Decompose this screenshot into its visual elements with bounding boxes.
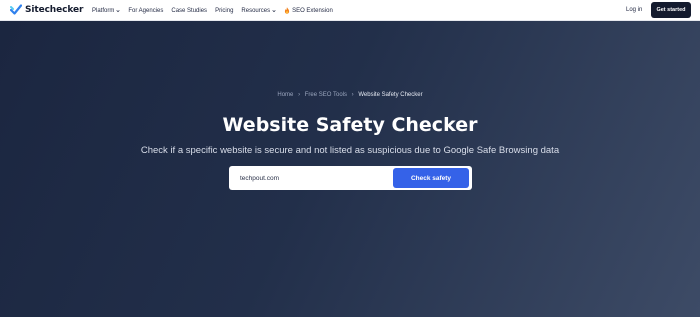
sitechecker-logo-icon [10, 4, 22, 15]
chevron-down-icon [116, 9, 120, 12]
nav-item-case-studies[interactable]: Case Studies [171, 8, 207, 14]
get-started-button[interactable]: Get started [651, 2, 691, 18]
breadcrumb-home[interactable]: Home [277, 92, 293, 98]
login-link[interactable]: Log in [626, 7, 642, 13]
nav-item-pricing[interactable]: Pricing [215, 8, 233, 14]
brand-logo[interactable]: Sitechecker [10, 4, 83, 15]
nav-item-label: Pricing [215, 7, 234, 14]
fire-icon [284, 7, 290, 14]
breadcrumb-current: Website Safety Checker [358, 92, 423, 98]
main-nav: Platform For Agencies Case Studies Prici… [92, 0, 341, 21]
chevron-down-icon [272, 9, 276, 12]
page-subtitle: Check if a specific website is secure an… [140, 145, 560, 156]
nav-item-label: SEO Extension [292, 7, 333, 14]
url-input[interactable] [231, 168, 391, 188]
page-title: Website Safety Checker [222, 114, 478, 136]
nav-item-for-agencies[interactable]: For Agencies [128, 8, 163, 14]
top-navbar: Sitechecker Platform For Agencies Case S… [0, 0, 700, 21]
breadcrumb: Home › Free SEO Tools › Website Safety C… [0, 92, 700, 98]
nav-item-label: Platform [92, 7, 115, 14]
nav-item-label: Case Studies [171, 7, 208, 14]
nav-item-resources[interactable]: Resources [241, 8, 276, 14]
brand-name: Sitechecker [25, 4, 84, 15]
breadcrumb-separator-icon: › [351, 92, 354, 98]
nav-item-platform[interactable]: Platform [92, 8, 120, 14]
nav-item-label: For Agencies [128, 7, 164, 14]
check-safety-button[interactable]: Check safety [393, 168, 469, 188]
nav-item-seo-extension[interactable]: SEO Extension [284, 7, 333, 14]
nav-item-label: Resources [241, 7, 271, 14]
breadcrumb-free-seo-tools[interactable]: Free SEO Tools [305, 92, 347, 98]
breadcrumb-separator-icon: › [298, 92, 301, 98]
